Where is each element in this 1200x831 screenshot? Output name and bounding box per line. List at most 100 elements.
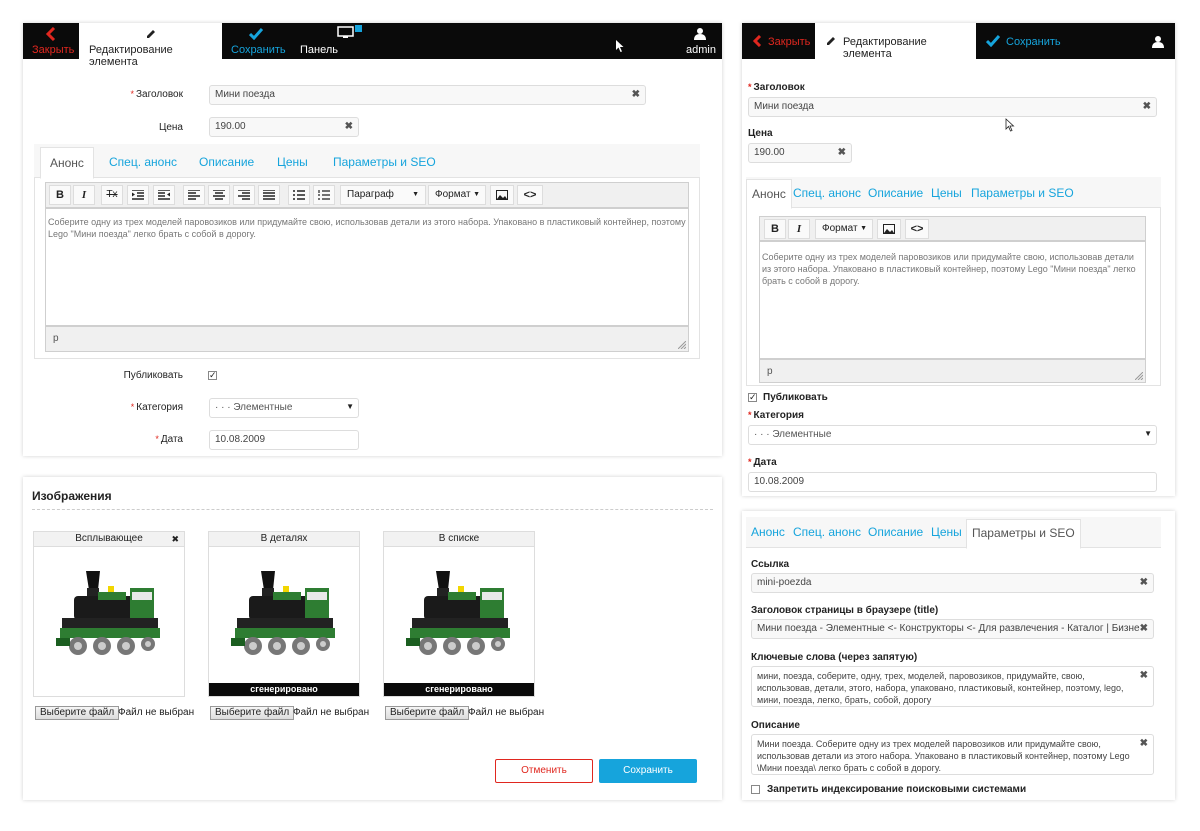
description-textarea[interactable]: Мини поезда. Соберите одну из трех модел… — [751, 734, 1154, 775]
align-left-icon — [188, 189, 200, 200]
clear-icon[interactable]: ✖ — [1139, 623, 1148, 634]
align-center-button[interactable] — [208, 185, 230, 205]
cancel-button[interactable]: Отменить — [495, 759, 593, 783]
tab-params-seo[interactable]: Параметры и SEO — [971, 186, 1074, 200]
tab-prices[interactable]: Цены — [931, 525, 962, 539]
indent-button[interactable] — [153, 185, 175, 205]
tab-prices[interactable]: Цены — [931, 186, 962, 200]
close-button[interactable]: Закрыть — [742, 23, 815, 59]
tab-edit-element[interactable]: Редактирование элемента — [79, 23, 222, 68]
choose-file-button[interactable]: Выберите файл — [385, 706, 470, 720]
edit-element-label: Редактирование элемента — [89, 44, 173, 68]
choose-file-button[interactable]: Выберите файл — [210, 706, 295, 720]
clear-icon[interactable]: ✖ — [345, 121, 353, 132]
numbered-list-icon — [318, 190, 330, 200]
price-input[interactable]: 190.00 ✖ — [748, 143, 852, 163]
tab-description[interactable]: Описание — [199, 155, 254, 169]
format-select-value: Формат — [435, 189, 471, 200]
align-right-button[interactable] — [233, 185, 255, 205]
tab-params-seo[interactable]: Параметры и SEO — [966, 519, 1081, 549]
resize-handle-icon[interactable] — [1135, 372, 1143, 380]
date-input[interactable]: 10.08.2009 — [209, 430, 359, 450]
close-button[interactable]: Закрыть — [23, 23, 79, 59]
keywords-textarea-value: мини, поезда, соберите, одну, трех, моде… — [757, 671, 1124, 705]
tab-description[interactable]: Описание — [868, 186, 923, 200]
format-select[interactable]: Формат ▼ — [815, 219, 873, 239]
numbered-list-button[interactable] — [313, 185, 335, 205]
clear-format-button[interactable]: Tx — [101, 185, 123, 205]
date-input[interactable]: 10.08.2009 — [748, 472, 1157, 492]
link-input[interactable]: mini-poezda ✖ — [751, 573, 1154, 593]
clear-icon[interactable]: ✖ — [1140, 670, 1148, 682]
dashboard-button[interactable]: Панель управления — [293, 23, 398, 68]
save-submit-button[interactable]: Сохранить — [599, 759, 697, 783]
keywords-textarea[interactable]: мини, поезда, соберите, одну, трех, моде… — [751, 666, 1154, 707]
category-label: * Категория — [748, 410, 804, 421]
tab-params-seo[interactable]: Параметры и SEO — [333, 155, 436, 169]
title-label-text: Заголовок — [135, 89, 183, 100]
tab-special-announce[interactable]: Спец. анонс — [793, 525, 861, 539]
choose-file-label: Выберите файл — [215, 707, 290, 718]
image-box-title-text: В деталях — [260, 533, 308, 544]
resize-handle-icon[interactable] — [678, 341, 686, 349]
page-title-label: Заголовок страницы в браузере (title) — [751, 605, 938, 616]
tab-special-announce[interactable]: Спец. анонс — [109, 155, 177, 169]
title-input-value: Мини поезда — [754, 101, 814, 112]
clear-icon[interactable]: ✖ — [1140, 577, 1148, 588]
tab-announce[interactable]: Анонс — [746, 179, 792, 209]
italic-button[interactable]: I — [788, 219, 810, 239]
code-icon: <> — [523, 189, 537, 201]
editor-content-area[interactable]: Соберите одну из трех моделей паровозико… — [759, 241, 1146, 359]
price-input[interactable]: 190.00 ✖ — [209, 117, 359, 137]
tab-special-announce[interactable]: Спец. анонс — [793, 186, 861, 200]
seo-panel: Анонс Спец. анонс Описание Цены Параметр… — [742, 511, 1175, 800]
user-menu[interactable]: admin — [678, 23, 722, 59]
clear-icon[interactable]: ✖ — [632, 89, 640, 100]
tab-description[interactable]: Описание — [868, 525, 923, 539]
save-submit-label: Сохранить — [623, 765, 673, 776]
publish-label: Публиковать — [763, 392, 828, 403]
format-select[interactable]: Формат ▼ — [428, 185, 486, 205]
generated-badge: сгенерировано — [384, 683, 534, 696]
italic-button[interactable]: I — [73, 185, 95, 205]
tab-label: Параметры и SEO — [972, 526, 1075, 540]
publish-checkbox[interactable]: ✓ — [208, 371, 217, 380]
title-input[interactable]: Мини поезда ✖ — [748, 97, 1157, 117]
insert-image-button[interactable] — [490, 185, 514, 205]
price-label: Цена — [83, 122, 183, 133]
noindex-checkbox[interactable] — [751, 785, 760, 794]
tab-prices[interactable]: Цены — [277, 155, 308, 169]
save-button[interactable]: Сохранить — [976, 23, 1076, 59]
editor-content-area[interactable]: Соберите одну из трех моделей паровозико… — [45, 208, 689, 326]
tab-announce[interactable]: Анонс — [40, 147, 94, 179]
tab-edit-element[interactable]: Редактирование элемента — [815, 23, 976, 60]
clear-icon[interactable]: ✖ — [1140, 738, 1148, 750]
align-justify-button[interactable] — [258, 185, 280, 205]
category-select[interactable]: · · · Элементные ▼ — [209, 398, 359, 418]
editor-path: p — [53, 333, 59, 344]
chevron-down-icon: ▼ — [412, 191, 419, 198]
user-icon[interactable] — [1152, 35, 1164, 48]
choose-file-button[interactable]: Выберите файл — [35, 706, 120, 720]
category-select[interactable]: · · · Элементные ▼ — [748, 425, 1157, 445]
source-code-button[interactable]: <> — [517, 185, 543, 205]
clear-icon[interactable]: ✖ — [838, 147, 846, 158]
tab-announce[interactable]: Анонс — [751, 525, 785, 539]
insert-image-button[interactable] — [877, 219, 901, 239]
clear-icon[interactable]: ✖ — [1143, 101, 1151, 112]
save-button[interactable]: Сохранить — [223, 23, 289, 59]
title-input[interactable]: Мини поезда ✖ — [209, 85, 646, 105]
edit-element-label: Редактирование элемента — [843, 36, 927, 60]
source-code-button[interactable]: <> — [905, 219, 929, 239]
pencil-icon — [147, 30, 155, 38]
delete-icon[interactable]: ✖ — [171, 532, 179, 546]
bullet-list-button[interactable] — [288, 185, 310, 205]
align-left-button[interactable] — [183, 185, 205, 205]
publish-checkbox[interactable]: ✓ — [748, 393, 757, 402]
bold-button[interactable]: B — [764, 219, 786, 239]
page-title-input[interactable]: Мини поезда - Элементные <- Конструкторы… — [751, 619, 1154, 639]
bold-button[interactable]: B — [49, 185, 71, 205]
paragraph-select[interactable]: Параграф ▼ — [340, 185, 426, 205]
tab-label: Описание — [868, 525, 924, 539]
outdent-button[interactable] — [127, 185, 149, 205]
